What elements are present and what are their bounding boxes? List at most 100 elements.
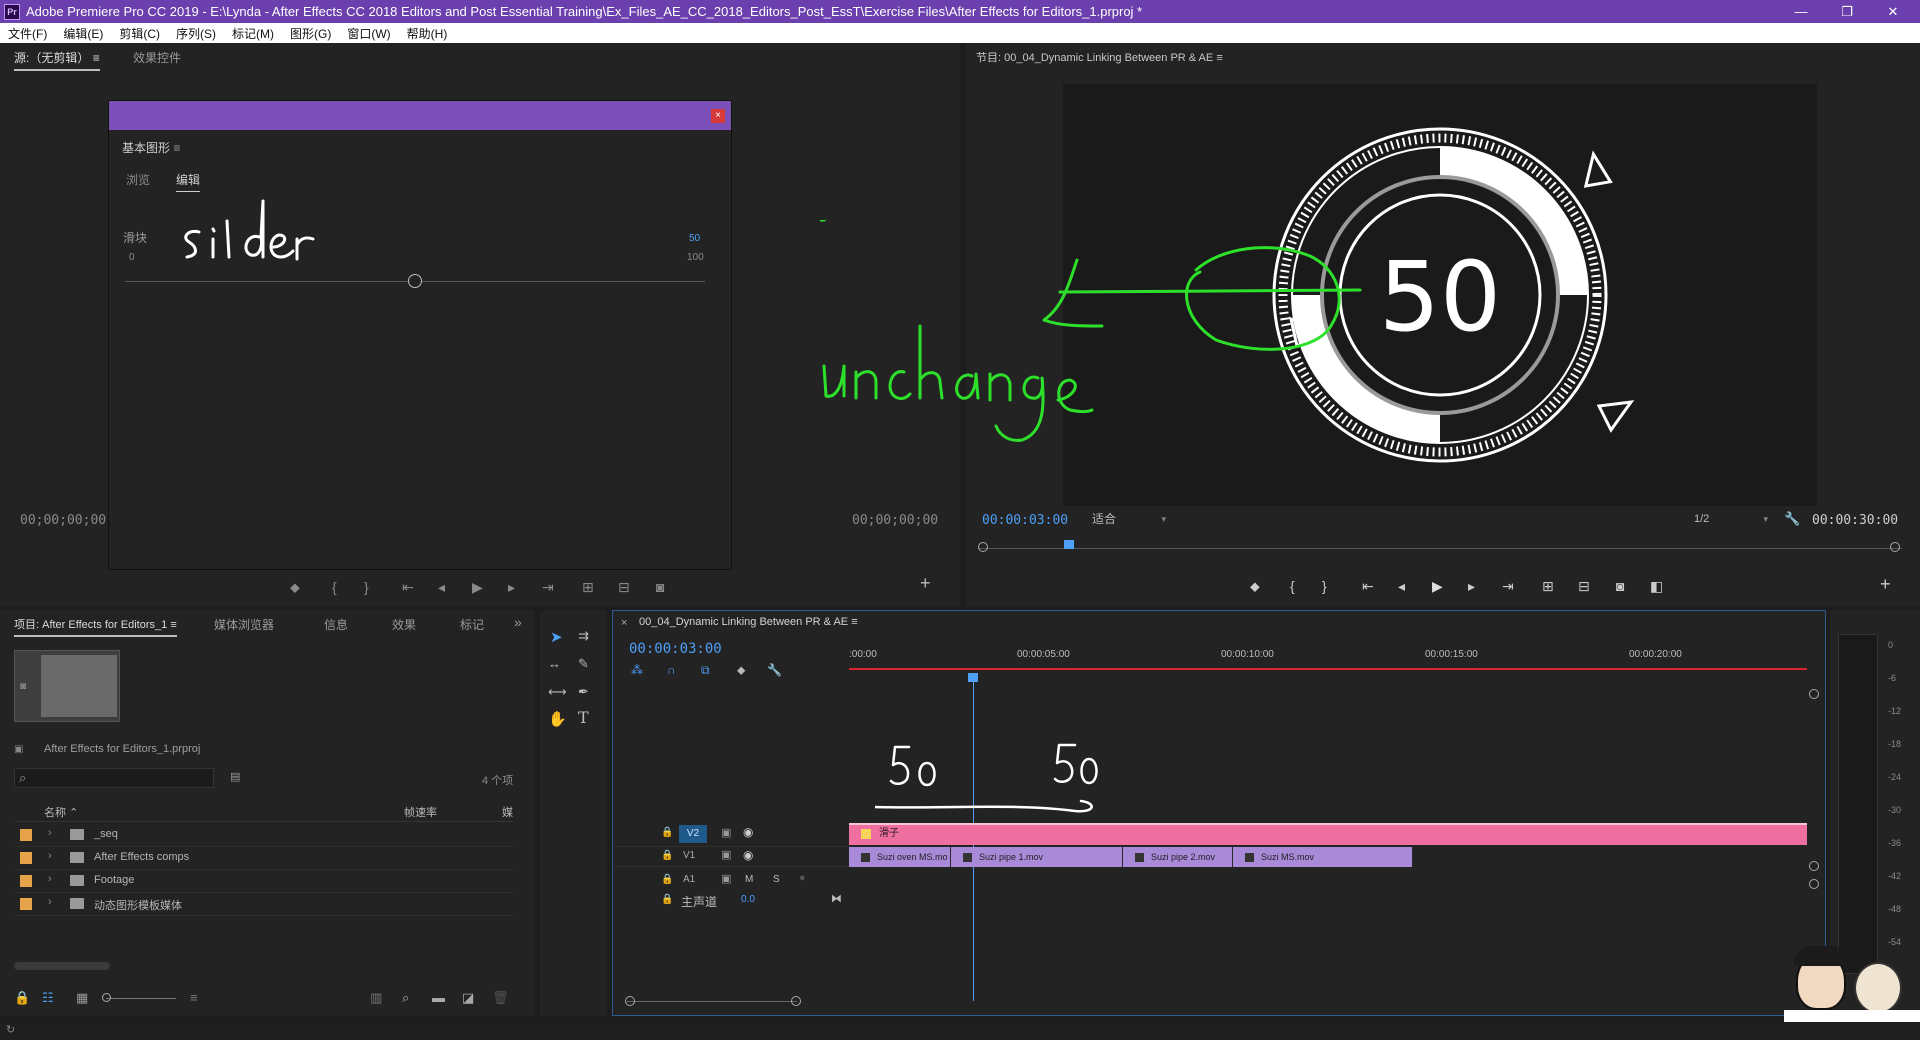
panel-menu-icon[interactable]: ≡ <box>1216 52 1222 64</box>
overwrite-icon[interactable]: ⊟ <box>618 579 630 596</box>
track-target-v1[interactable]: V1 <box>683 850 695 861</box>
v1-clip[interactable]: Suzi oven MS.mo <box>849 847 951 867</box>
razor-tool-icon[interactable]: ✎ <box>578 656 589 672</box>
program-add-button[interactable]: + <box>1880 574 1891 595</box>
go-to-edit-icon[interactable]: ⧓ <box>831 892 842 905</box>
menu-help[interactable]: 帮助(H) <box>399 25 456 42</box>
ripple-edit-tool-icon[interactable]: ↔ <box>548 656 561 671</box>
mark-out-icon[interactable]: } <box>364 579 369 595</box>
solo-button[interactable]: S <box>773 874 780 885</box>
list-item[interactable]: › After Effects comps <box>14 847 514 870</box>
menu-clip[interactable]: 剪辑(C) <box>111 25 168 42</box>
project-scrollbar[interactable] <box>14 962 110 970</box>
v2-graphic-clip[interactable]: 滑子 <box>849 823 1807 845</box>
menu-window[interactable]: 窗口(W) <box>339 25 398 42</box>
automate-to-sequence-icon[interactable]: ▥ <box>370 990 382 1006</box>
step-forward-icon[interactable]: ▸ <box>508 579 515 596</box>
play-icon[interactable]: ▶ <box>1432 578 1443 595</box>
tab-effects[interactable]: 效果 <box>392 616 416 633</box>
clear-icon[interactable]: 🗑 <box>492 990 509 1006</box>
snap-icon[interactable]: ∩ <box>667 663 676 677</box>
insert-icon[interactable]: ⊞ <box>582 579 594 596</box>
close-button[interactable]: ✕ <box>1870 0 1916 23</box>
tab-edit[interactable]: 编辑 <box>176 171 201 192</box>
maximize-button[interactable]: ❐ <box>1824 0 1870 23</box>
timeline-sequence-tab[interactable]: 00_04_Dynamic Linking Between PR & AE ≡ <box>639 616 858 628</box>
list-view-icon[interactable]: ☷ <box>42 990 54 1006</box>
chevron-right-icon[interactable]: › <box>48 873 52 885</box>
tab-info[interactable]: 信息 <box>324 616 348 633</box>
chevron-right-icon[interactable]: › <box>48 850 52 862</box>
v1-clip[interactable]: Suzi pipe 1.mov <box>951 847 1123 867</box>
slider-thumb[interactable] <box>408 274 422 288</box>
step-back-icon[interactable]: ◂ <box>1398 578 1405 595</box>
essential-graphics-titlebar[interactable]: × <box>109 101 731 130</box>
zoom-slider-thumb[interactable] <box>102 993 111 1002</box>
timeline-playhead-timecode[interactable]: 00:00:03:00 <box>629 641 722 657</box>
go-to-out-icon[interactable]: ⇥ <box>1502 578 1514 595</box>
selection-tool-icon[interactable]: ➤ <box>550 628 563 646</box>
status-indicator-icon[interactable]: ↻ <box>6 1023 15 1036</box>
project-thumbnail[interactable]: ◙ <box>14 650 120 722</box>
go-to-out-icon[interactable]: ⇥ <box>542 579 554 596</box>
new-search-bin-icon[interactable]: ▤ <box>230 770 240 783</box>
label-color-swatch[interactable] <box>20 852 32 864</box>
label-color-swatch[interactable] <box>20 875 32 887</box>
tab-media-browser[interactable]: 媒体浏览器 <box>214 616 274 633</box>
menu-edit[interactable]: 编辑(E) <box>55 25 111 42</box>
type-tool-icon[interactable]: T <box>578 708 589 727</box>
track-lock-icon[interactable]: 🔒 <box>661 874 673 885</box>
sync-lock-icon[interactable]: ▣ <box>721 872 731 885</box>
timeline-close-button[interactable]: × <box>621 617 627 629</box>
column-framerate[interactable]: 帧速率 <box>404 804 437 820</box>
menu-graphics[interactable]: 图形(G) <box>282 25 339 42</box>
track-select-tool-icon[interactable]: ⇉ <box>578 628 589 644</box>
v1-clip[interactable]: Suzi MS.mov <box>1233 847 1413 867</box>
new-item-icon[interactable]: ◪ <box>462 990 474 1006</box>
export-frame-icon[interactable]: ◙ <box>1616 578 1624 594</box>
list-item[interactable]: › 动态图形模板媒体 <box>14 893 514 916</box>
timeline-zoom-handle-left[interactable] <box>625 996 635 1006</box>
icon-view-icon[interactable]: ▦ <box>76 990 88 1006</box>
vertical-scroll-handle[interactable] <box>1809 861 1819 871</box>
list-item[interactable]: › _seq <box>14 824 514 847</box>
project-search-input[interactable]: ⌕ <box>14 768 214 788</box>
voiceover-mic-icon[interactable]: ● <box>799 872 806 884</box>
panel-menu-icon[interactable]: ≡ <box>170 619 176 631</box>
extract-icon[interactable]: ⊟ <box>1578 578 1590 595</box>
work-area-bar[interactable] <box>849 668 1807 670</box>
chevron-right-icon[interactable]: › <box>48 827 52 839</box>
track-lock-icon[interactable]: 🔒 <box>661 850 673 861</box>
step-back-icon[interactable]: ◂ <box>438 579 445 596</box>
tab-browse[interactable]: 浏览 <box>126 171 150 188</box>
timeline-zoom-scrollbar[interactable] <box>627 1001 797 1002</box>
track-lock-icon[interactable]: 🔒 <box>661 894 673 905</box>
panel-menu-icon[interactable]: ≡ <box>93 51 100 65</box>
tab-project[interactable]: 项目: After Effects for Editors_1 ≡ <box>14 616 177 637</box>
add-marker-icon[interactable]: ⬥ <box>290 579 300 596</box>
program-playhead-timecode[interactable]: 00:00:03:00 <box>982 513 1068 528</box>
sync-lock-icon[interactable]: ▣ <box>721 826 731 839</box>
comparison-view-icon[interactable]: ◧ <box>1650 578 1663 595</box>
hand-tool-icon[interactable]: ✋ <box>548 710 567 728</box>
source-add-button[interactable]: + <box>920 573 931 594</box>
new-bin-icon[interactable]: ▬ <box>432 990 445 1005</box>
wrench-icon[interactable]: 🔧 <box>1784 511 1800 527</box>
sort-icons-icon[interactable]: ≡ <box>190 990 198 1005</box>
zoom-slider[interactable] <box>106 998 176 999</box>
fit-dropdown[interactable]: 适合 ▾ <box>1082 510 1170 528</box>
eye-icon[interactable]: ◉ <box>743 825 753 839</box>
essential-graphics-close-button[interactable]: × <box>711 109 725 123</box>
vertical-scroll-handle[interactable] <box>1809 879 1819 889</box>
slip-tool-icon[interactable]: ⟷ <box>548 684 567 700</box>
column-media[interactable]: 媒 <box>502 804 513 820</box>
source-timecode-left[interactable]: 00;00;00;00 <box>20 513 106 528</box>
list-item[interactable]: › Footage <box>14 870 514 893</box>
timeline-settings-wrench-icon[interactable]: 🔧 <box>767 663 782 677</box>
track-target-v2[interactable]: V2 <box>679 825 707 843</box>
mark-out-icon[interactable]: } <box>1322 578 1327 594</box>
mark-in-icon[interactable]: { <box>332 579 337 595</box>
nest-sequence-icon[interactable]: ⁂ <box>631 663 643 677</box>
time-ruler[interactable]: :00:00 00:00:05:00 00:00:10:00 00:00:15:… <box>849 645 1807 671</box>
find-icon[interactable]: ⌕ <box>402 990 409 1006</box>
